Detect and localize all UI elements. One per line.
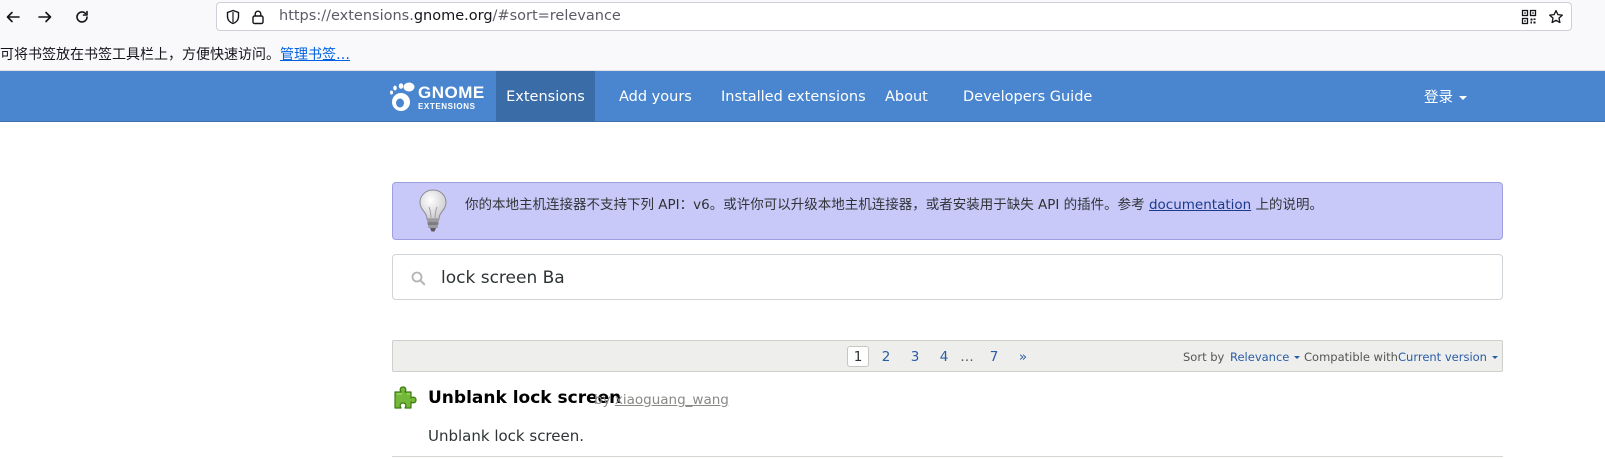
url-bar[interactable]: https://extensions.gnome.org/#sort=relev… — [216, 2, 1572, 31]
gnome-extensions-logo[interactable]: GNOME EXTENSIONS — [389, 78, 484, 116]
search-box — [392, 254, 1503, 300]
browser-toolbar: https://extensions.gnome.org/#sort=relev… — [0, 0, 1605, 33]
manage-bookmarks-link[interactable]: 管理书签… — [280, 47, 350, 63]
page-1[interactable]: 1 — [847, 346, 869, 367]
shield-icon[interactable] — [225, 9, 241, 25]
nav-installed-extensions[interactable]: Installed extensions — [721, 71, 866, 122]
bookmarks-toolbar: 可将书签放在书签工具栏上，方便快速访问。管理书签… — [0, 33, 1605, 71]
nav-developers-guide[interactable]: Developers Guide — [963, 71, 1092, 122]
gnome-foot-icon — [390, 82, 415, 111]
chevron-down-icon — [1459, 95, 1467, 100]
nav-extensions[interactable]: Extensions — [496, 71, 595, 122]
login-dropdown[interactable]: 登录 — [1424, 71, 1467, 122]
next-page[interactable]: » — [1012, 346, 1034, 367]
login-label: 登录 — [1424, 90, 1453, 106]
page-4[interactable]: 4 — [933, 346, 955, 367]
nav-about[interactable]: About — [885, 71, 928, 122]
pagination-bar: 1 2 3 4 … 7 » Sort by Relevance Compatib… — [392, 340, 1503, 372]
sort-by-dropdown[interactable]: Relevance — [1230, 350, 1301, 364]
extension-puzzle-icon — [394, 386, 417, 409]
chevron-down-icon — [1294, 356, 1301, 359]
sort-by-label: Sort by — [1183, 350, 1225, 364]
compatible-with-label: Compatible with — [1304, 350, 1398, 364]
search-icon — [411, 271, 426, 286]
connector-warning: 你的本地主机连接器不支持下列 API：v6。或许你可以升级本地主机连接器，或者安… — [392, 182, 1503, 240]
chevron-down-icon — [1491, 356, 1498, 359]
site-header: GNOME EXTENSIONS Extensions Add yours In… — [0, 71, 1605, 122]
result-description: Unblank lock screen. — [428, 427, 585, 445]
bookmark-star-icon[interactable] — [1548, 9, 1564, 25]
page-ellipsis: … — [960, 348, 974, 365]
reload-icon[interactable] — [69, 4, 95, 30]
qr-code-icon[interactable] — [1521, 9, 1537, 25]
page-2[interactable]: 2 — [875, 346, 897, 367]
url-text[interactable]: https://extensions.gnome.org/#sort=relev… — [279, 8, 621, 24]
result-divider — [392, 456, 1503, 457]
bookmarks-empty-message: 可将书签放在书签工具栏上，方便快速访问。管理书签… — [0, 47, 350, 63]
logo-subtitle: EXTENSIONS — [418, 102, 476, 111]
search-input[interactable] — [441, 264, 1441, 292]
page-3[interactable]: 3 — [904, 346, 926, 367]
author-link[interactable]: xiaoguang_wang — [615, 392, 729, 408]
lightbulb-icon — [419, 189, 447, 232]
result-author: by xiaoguang_wang — [594, 392, 729, 408]
page-7[interactable]: 7 — [983, 346, 1005, 367]
back-icon[interactable] — [0, 4, 26, 30]
connector-warning-text: 你的本地主机连接器不支持下列 API：v6。或许你可以升级本地主机连接器，或者安… — [465, 197, 1324, 213]
documentation-link[interactable]: documentation — [1149, 197, 1251, 213]
compatible-with-dropdown[interactable]: Current version — [1398, 350, 1498, 364]
lock-icon[interactable] — [250, 9, 266, 25]
logo-title: GNOME — [418, 83, 485, 102]
nav-add-yours[interactable]: Add yours — [619, 71, 692, 122]
result-title[interactable]: Unblank lock screen — [428, 388, 621, 408]
forward-icon[interactable] — [32, 4, 58, 30]
